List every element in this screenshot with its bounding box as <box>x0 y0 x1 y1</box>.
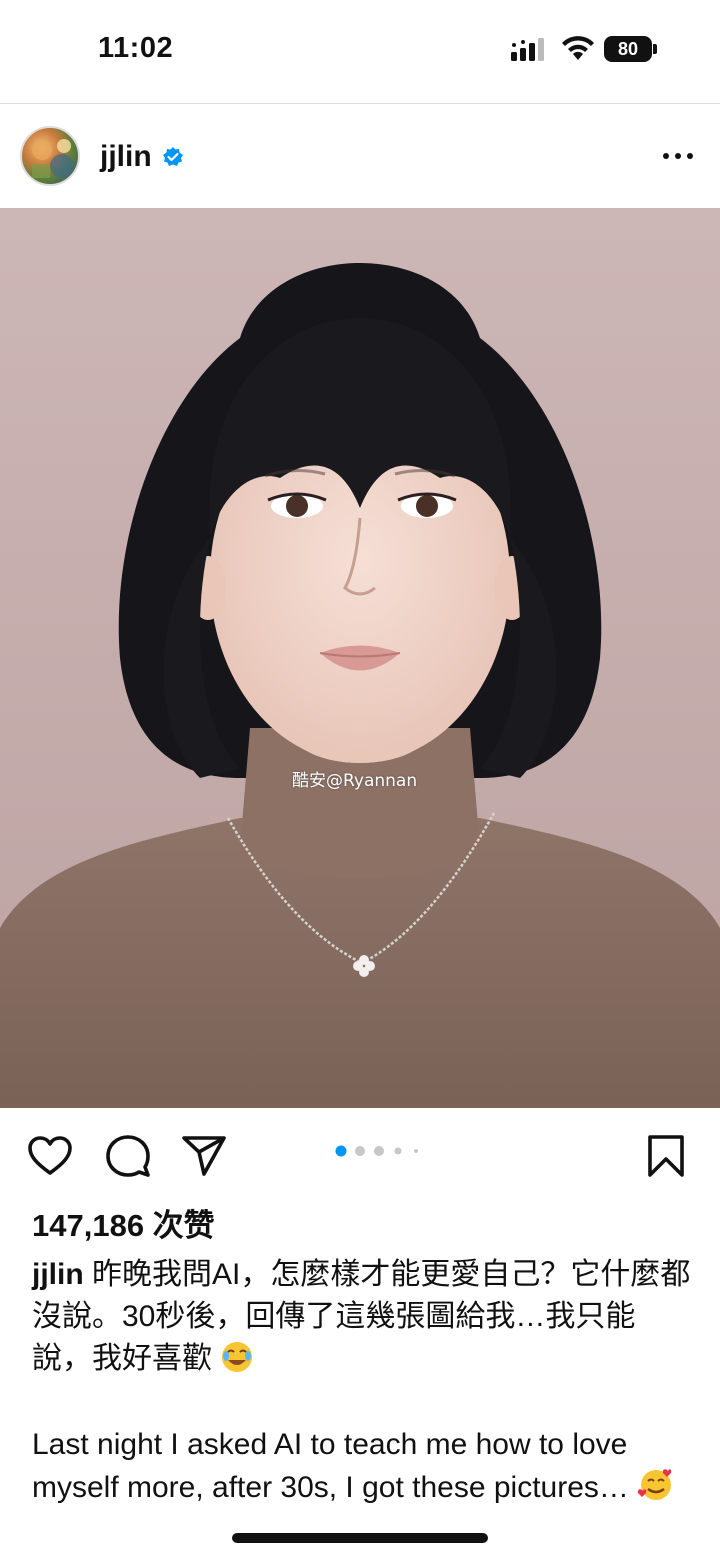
signal-icon <box>511 38 544 61</box>
caption-username[interactable]: jjlin <box>32 1258 84 1291</box>
smiling-face-with-hearts-icon <box>638 1469 672 1500</box>
battery-level: 80 <box>617 38 639 59</box>
wifi-icon <box>562 36 594 60</box>
avatar-art-icon <box>32 139 74 178</box>
status-time: 11:02 <box>98 32 174 64</box>
caption-text-en: Last night I asked AI to teach me how to… <box>32 1428 629 1504</box>
verified-badge-icon <box>163 147 183 166</box>
more-horizontal-icon[interactable] <box>660 144 696 168</box>
caption-en: Last night I asked AI to teach me how to… <box>32 1424 692 1508</box>
avatar[interactable] <box>20 126 80 186</box>
comment-icon[interactable] <box>104 1132 152 1180</box>
battery-icon: 80 <box>604 36 652 62</box>
home-indicator[interactable] <box>232 1533 488 1543</box>
likes-count[interactable]: 147,186 次赞 <box>32 1200 215 1245</box>
send-icon[interactable] <box>180 1132 228 1180</box>
caption-zh: jjlin 昨晚我問AI，怎麼樣才能更愛自己？它什麼都沒說。30秒後，回傳了這幾… <box>32 1254 692 1380</box>
post-header: jjlin <box>0 104 720 208</box>
bookmark-icon[interactable] <box>642 1132 690 1180</box>
carousel-dots <box>335 1145 418 1157</box>
portrait-illustration <box>0 208 720 1108</box>
rolling-laughing-emoji-icon <box>222 1342 253 1372</box>
action-bar <box>0 1108 720 1203</box>
heart-icon[interactable] <box>26 1132 74 1180</box>
post-image[interactable]: 酷安@Ryannan <box>0 208 720 1108</box>
image-watermark: 酷安@Ryannan <box>292 771 418 791</box>
battery-tip <box>653 44 657 54</box>
caption-text-zh: 昨晚我問AI，怎麼樣才能更愛自己？它什麼都沒說。30秒後，回傳了這幾張圖給我…我… <box>32 1258 691 1375</box>
post-username[interactable]: jjlin <box>100 140 152 174</box>
status-bar: 11:02 80 <box>0 0 720 102</box>
